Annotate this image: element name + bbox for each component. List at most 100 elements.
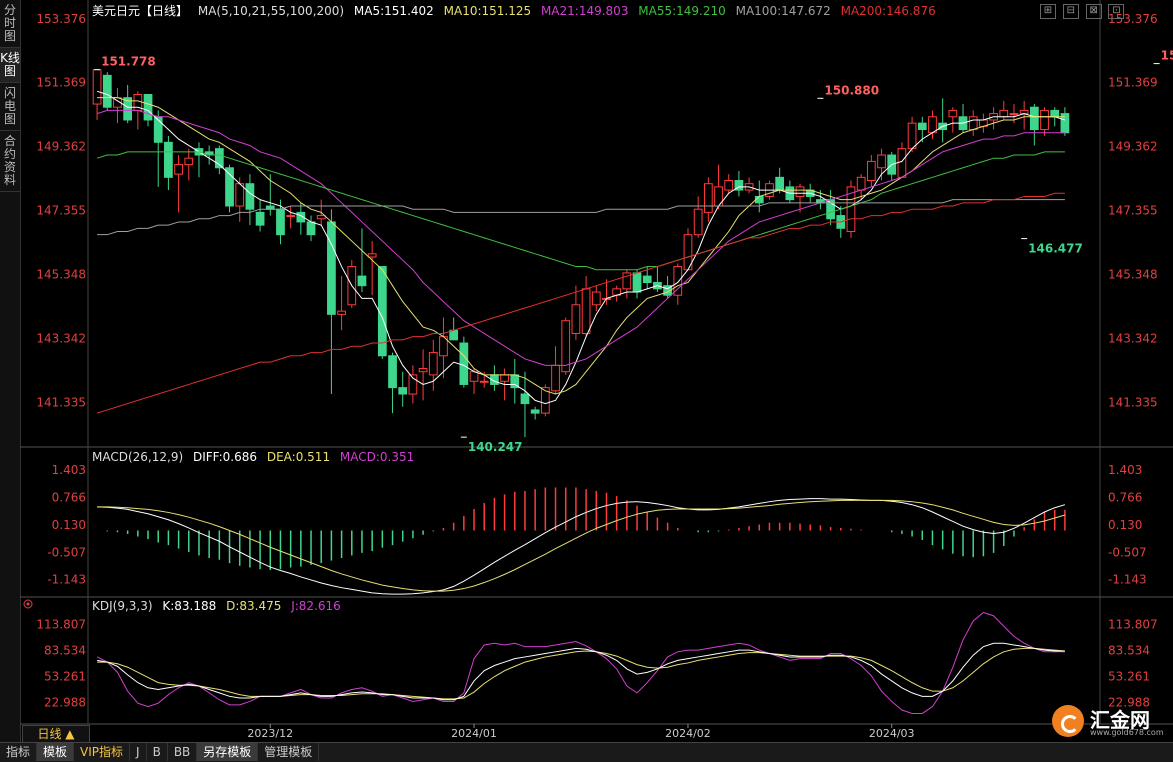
price-legend: 美元日元【日线】 MA(5,10,21,55,100,200) MA5:151.… — [92, 2, 942, 19]
legend-ma21: MA21:149.803 — [540, 4, 629, 18]
candle-down — [255, 211, 265, 226]
ma-header: MA(5,10,21,55,100,200) — [197, 4, 345, 18]
ma-line-ma5 — [96, 90, 1066, 405]
candle-down — [1050, 109, 1060, 118]
kdj-tick-left: 113.807 — [36, 618, 86, 632]
j-button[interactable]: J — [130, 743, 147, 761]
price-tick-left: 151.369 — [36, 76, 86, 90]
candle-up — [928, 116, 937, 134]
vip-indicator-button[interactable]: VIP指标 — [74, 743, 131, 761]
symbol-title: 美元日元【日线】 — [92, 4, 189, 18]
brand-logo: 汇金网 www.gold678.com — [1050, 702, 1170, 740]
macd-tick-left: -1.143 — [47, 573, 86, 587]
candle-down — [632, 272, 642, 293]
kdj-line-d — [97, 647, 1065, 700]
macd-tick-right: -0.507 — [1108, 545, 1147, 559]
candle-up — [897, 148, 907, 178]
candle-down — [102, 74, 112, 108]
legend-ma5: MA5:151.402 — [353, 4, 434, 18]
price-tick-left: 145.348 — [36, 268, 86, 282]
kdj-tick-left: 83.534 — [44, 643, 86, 657]
candle-down — [1029, 106, 1039, 131]
ma-line-ma200 — [96, 192, 1065, 414]
ma-line-ma21 — [96, 109, 1065, 366]
candle-up — [479, 380, 489, 383]
kdj-tick-right: 53.261 — [1108, 669, 1150, 683]
manage-template-button[interactable]: 管理模板 — [258, 743, 320, 761]
candle-down — [164, 141, 173, 178]
candle-up — [907, 122, 917, 150]
candle-up — [235, 183, 245, 207]
kdj-legend: KDJ(9,3,3) K:83.188 D:83.475 J:82.616 — [92, 599, 347, 613]
macd-tick-right: -1.143 — [1108, 573, 1147, 587]
candle-down — [276, 208, 285, 236]
b-button[interactable]: B — [147, 743, 168, 761]
price-tick-left: 153.376 — [36, 12, 86, 26]
candle-up — [551, 364, 560, 392]
candle-up — [92, 69, 102, 105]
candle-up — [968, 116, 978, 131]
macd-tick-left: -0.507 — [47, 545, 86, 559]
layout-icon-3[interactable]: ⊠ — [1085, 4, 1102, 19]
indicator-button[interactable]: 指标 — [0, 743, 38, 761]
macd-value: MACD:0.351 — [339, 450, 415, 464]
candle-down — [642, 275, 652, 283]
candle-down — [306, 221, 316, 236]
macd-diff: DIFF:0.686 — [192, 450, 258, 464]
extreme-label: 146.477 — [1028, 242, 1083, 256]
candle-up — [428, 352, 438, 376]
template-button[interactable]: 模板 — [37, 743, 75, 761]
candle-up — [877, 154, 886, 169]
candle-up — [948, 109, 958, 118]
macd-line-dea — [97, 499, 1066, 592]
candle-down — [917, 122, 927, 131]
kdj-tick-right: 83.534 — [1108, 643, 1150, 657]
legend-ma10: MA10:151.125 — [443, 4, 532, 18]
candle-up — [1040, 109, 1049, 131]
price-tick-left: 147.355 — [36, 204, 86, 218]
kdj-d: D:83.475 — [226, 599, 282, 613]
candle-down — [530, 409, 540, 414]
logo-url: www.gold678.com — [1090, 728, 1164, 737]
bb-button[interactable]: BB — [168, 743, 198, 761]
layout-icon-4[interactable]: ⊡ — [1108, 4, 1125, 19]
save-template-button[interactable]: 另存模板 — [197, 743, 259, 761]
candle-up — [581, 288, 591, 334]
kdj-j: J:82.616 — [291, 599, 341, 613]
price-tick-left: 149.362 — [36, 140, 86, 154]
price-tick-right: 143.342 — [1108, 332, 1158, 346]
legend-ma200: MA200:146.876 — [840, 4, 936, 18]
candle-down — [388, 355, 397, 389]
candle-down — [775, 176, 785, 191]
candle-up — [571, 304, 581, 334]
price-tick-right: 149.362 — [1108, 140, 1158, 154]
ma-line-ma55 — [96, 151, 1065, 271]
candle-up — [469, 371, 479, 382]
candle-down — [327, 221, 336, 315]
macd-tick-left: 1.403 — [52, 463, 86, 477]
candle-up — [367, 253, 377, 258]
macd-legend: MACD(26,12,9) DIFF:0.686 DEA:0.511 MACD:… — [92, 450, 420, 464]
candle-up — [866, 160, 876, 182]
candle-up — [337, 310, 346, 315]
price-tick-right: 151.369 — [1108, 76, 1158, 90]
price-tick-right: 141.335 — [1108, 395, 1158, 409]
candle-up — [316, 215, 326, 220]
price-tick-left: 141.335 — [36, 395, 86, 409]
candle-up — [856, 176, 866, 191]
macd-tick-right: 0.766 — [1108, 491, 1142, 505]
candle-down — [143, 93, 153, 121]
macd-tick-right: 1.403 — [1108, 463, 1142, 477]
legend-ma55: MA55:149.210 — [638, 4, 726, 18]
kdj-k: K:83.188 — [162, 599, 217, 613]
layout-icon-2[interactable]: ⊟ — [1062, 4, 1079, 19]
layout-icon-1[interactable]: ⊞ — [1040, 4, 1056, 19]
kdj-tick-left: 53.261 — [44, 669, 86, 683]
bottom-toolbar: 指标 模板 VIP指标 J B BB 另存模板 管理模板 — [0, 742, 1173, 762]
legend-ma100: MA100:147.672 — [735, 4, 831, 18]
candle-up — [693, 208, 703, 236]
extreme-label: 150.880 — [824, 83, 879, 97]
macd-tick-left: 0.766 — [52, 491, 86, 505]
candle-down — [459, 342, 469, 385]
candle-up — [174, 164, 183, 175]
